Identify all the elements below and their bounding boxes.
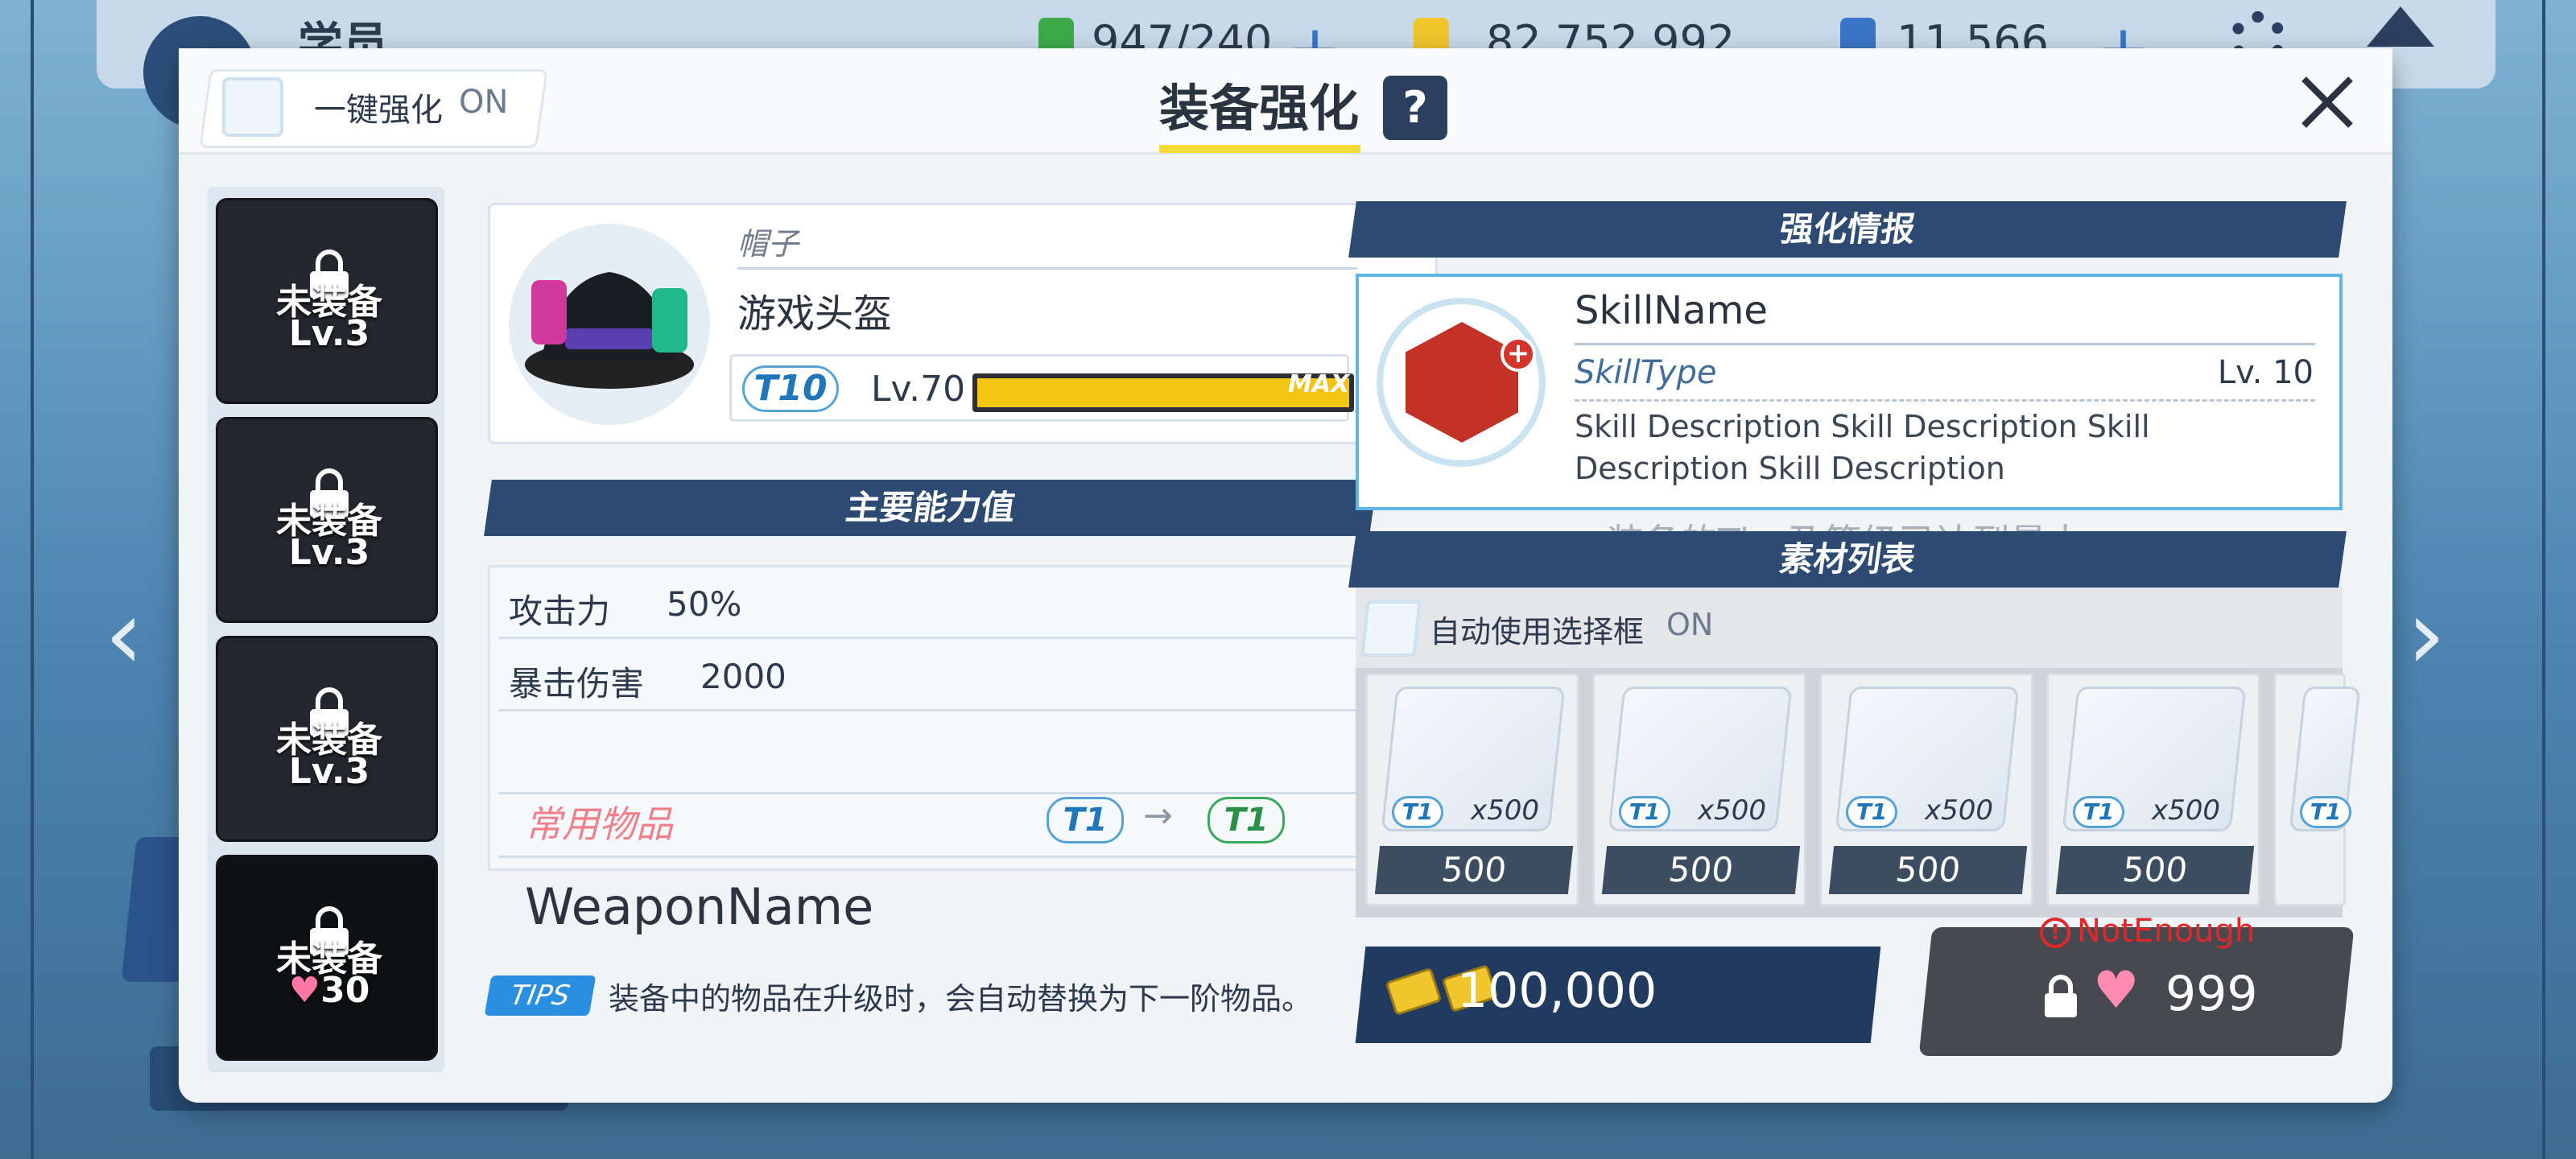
- material-quantity: x500: [2152, 794, 2221, 827]
- slot-value: Lv.3: [288, 532, 370, 573]
- equipment-slot[interactable]: 未装备 Lv.3: [216, 198, 438, 404]
- material-tier: T1: [1392, 796, 1443, 828]
- material-item[interactable]: T1 x500 500: [1592, 673, 1806, 906]
- warning-icon: !: [2040, 918, 2070, 948]
- skill-divider: [1575, 343, 2315, 345]
- material-count: 500: [1374, 846, 1574, 894]
- material-item[interactable]: T1 x500 500: [1365, 673, 1579, 906]
- onekey-label: 一键强化: [314, 92, 443, 129]
- tier-from-badge: T1: [1046, 797, 1124, 843]
- auto-use-state: ON: [1666, 607, 1714, 642]
- heart-icon: ♥: [288, 970, 321, 1011]
- skill-type: SkillType: [1575, 354, 1717, 391]
- stat-key: 暴击伤害: [509, 664, 645, 703]
- skill-description: Skill Description Skill Description Skil…: [1575, 409, 2150, 486]
- slot-detail: Lv.3: [218, 751, 440, 792]
- exp-max-label: MAX: [1288, 370, 1350, 398]
- material-quantity: x500: [1471, 794, 1540, 827]
- materials-header: 素材列表: [1348, 531, 2347, 588]
- stat-key: 攻击力: [509, 592, 611, 631]
- slot-value: Lv.3: [288, 751, 370, 792]
- skill-name: SkillName: [1575, 288, 1768, 333]
- material-quantity: x500: [1698, 794, 1767, 827]
- item-name: 游戏头盔: [737, 291, 893, 336]
- game-helmet-image: [509, 224, 710, 425]
- material-item[interactable]: T1 x500 500: [2046, 673, 2260, 906]
- material-tier: T1: [1846, 796, 1897, 828]
- material-count: 500: [1828, 846, 2028, 894]
- equipment-slot[interactable]: 未装备 ♥30: [216, 855, 438, 1061]
- tier-to-badge: T1: [1208, 797, 1285, 843]
- weapon-name: WeaponName: [525, 877, 874, 936]
- skill-level: Lv. 10: [2217, 354, 2314, 391]
- material-item[interactable]: T1 x500 500: [1819, 673, 2033, 906]
- skill-plus-icon[interactable]: +: [1501, 336, 1536, 372]
- enhance-cost-value: 999: [2165, 966, 2258, 1022]
- material-count: 500: [1601, 846, 1801, 894]
- info-header: 强化情报: [1348, 201, 2347, 258]
- cost-value: 100,000: [1457, 963, 1657, 1019]
- onekey-state: ON: [459, 84, 509, 121]
- onekey-checkbox[interactable]: [222, 77, 283, 137]
- tier-arrow-icon: →: [1143, 795, 1173, 836]
- slot-value: 30: [320, 970, 370, 1011]
- item-level: Lv.70: [871, 369, 966, 410]
- auto-use-checkbox[interactable]: [1360, 600, 1422, 657]
- home-icon[interactable]: [2367, 6, 2434, 47]
- equipment-slot[interactable]: 未装备 Lv.3: [216, 636, 438, 842]
- not-enough-warning: NotEnough: [2077, 913, 2256, 950]
- common-items-label: 常用物品: [525, 802, 673, 846]
- stat-row-crit: 暴击伤害 2000: [499, 641, 1360, 711]
- slot-detail: Lv.3: [218, 313, 440, 354]
- auto-use-label: 自动使用选择框: [1430, 614, 1645, 650]
- material-tier: T1: [2300, 796, 2351, 828]
- tier-badge: T10: [742, 365, 839, 412]
- tips-text: 装备中的物品在升级时，会自动替换为下一阶物品。: [609, 981, 1313, 1017]
- skill-dashed-divider: [1575, 399, 2315, 402]
- heart-icon: ♥: [2093, 961, 2140, 1021]
- lock-icon: [2041, 974, 2080, 1019]
- stats-header: 主要能力值: [484, 480, 1377, 536]
- item-separator: [737, 267, 1357, 270]
- slot-detail: Lv.3: [218, 532, 440, 573]
- stat-value: 50%: [667, 584, 742, 624]
- material-tier: T1: [1619, 796, 1670, 828]
- material-quantity: x500: [1925, 794, 1994, 827]
- modal-title: 装备强化: [1159, 79, 1360, 138]
- prev-arrow-icon[interactable]: ‹: [105, 580, 143, 691]
- material-tier: T1: [2073, 796, 2124, 828]
- item-type: 帽子: [737, 226, 799, 262]
- slot-detail: ♥30: [218, 970, 440, 1011]
- stat-row-attack: 攻击力 50%: [499, 568, 1360, 639]
- title-underline: [1159, 145, 1360, 153]
- equipment-slot[interactable]: 未装备 Lv.3: [216, 417, 438, 623]
- close-icon[interactable]: [2291, 66, 2363, 138]
- material-count: 500: [2055, 846, 2255, 894]
- material-item[interactable]: T1: [2273, 673, 2361, 906]
- slot-value: Lv.3: [288, 313, 370, 354]
- stat-value: 2000: [700, 657, 786, 696]
- next-arrow-icon[interactable]: ›: [2407, 580, 2446, 691]
- tips-badge: TIPS: [484, 975, 597, 1016]
- help-button[interactable]: ?: [1383, 76, 1447, 140]
